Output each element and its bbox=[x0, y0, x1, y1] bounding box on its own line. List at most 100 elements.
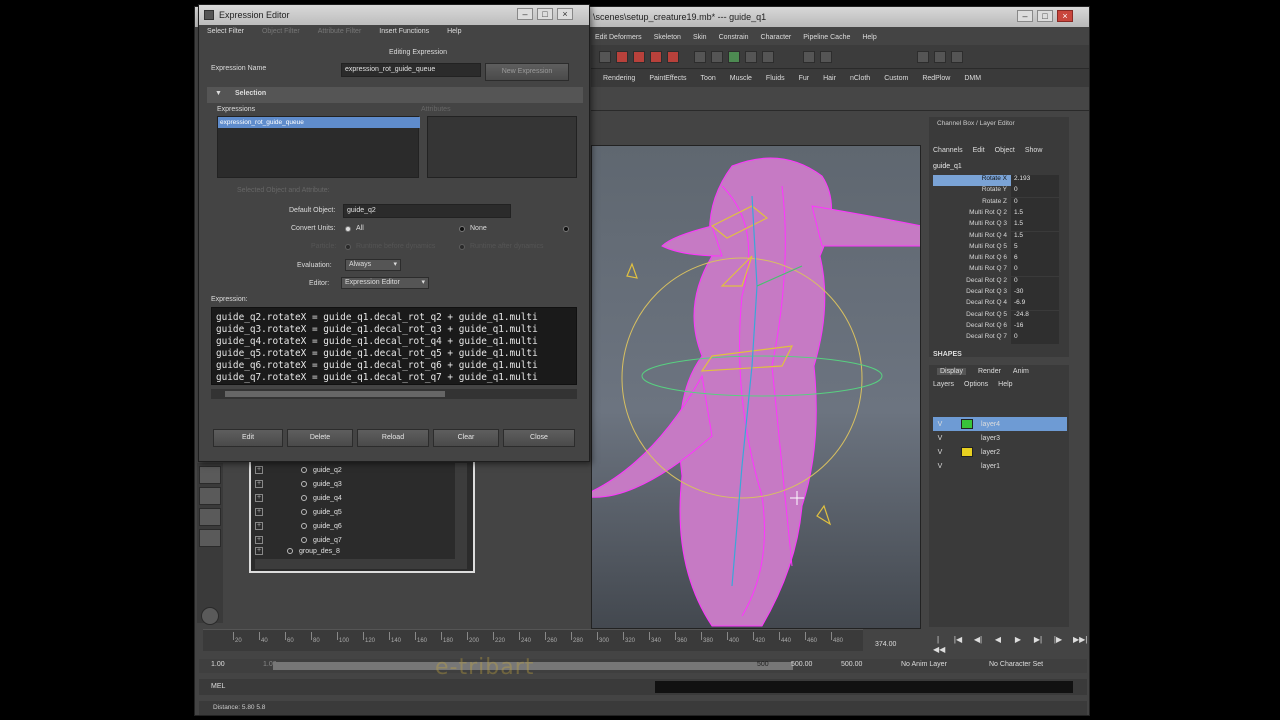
outliner-item[interactable]: + group_des_8 bbox=[255, 547, 455, 555]
outliner-item[interactable]: + guide_q3 bbox=[255, 477, 455, 491]
channel-row[interactable]: Decal Rot Q 3 -30 bbox=[933, 288, 1059, 299]
outliner-item[interactable]: + guide_q2 bbox=[255, 463, 455, 477]
channel-value-field[interactable]: 5 bbox=[1011, 242, 1059, 254]
menu-help[interactable]: Help bbox=[447, 28, 461, 35]
minimize-button[interactable]: – bbox=[517, 8, 533, 20]
channel-row[interactable]: Multi Rot Q 2 1.5 bbox=[933, 208, 1059, 220]
layer-row[interactable]: Vlayer4 bbox=[933, 417, 1067, 431]
channel-name[interactable]: Multi Rot Q 7 bbox=[933, 265, 1011, 276]
channel-name[interactable]: Decal Rot Q 3 bbox=[933, 288, 1011, 299]
history-icon[interactable] bbox=[694, 50, 706, 63]
delete-button[interactable]: Delete bbox=[287, 429, 353, 447]
3d-viewport[interactable] bbox=[591, 145, 921, 629]
default-object-field[interactable]: guide_q2 bbox=[343, 204, 511, 218]
channel-name[interactable]: Rotate Z bbox=[933, 198, 1011, 209]
tab-anim[interactable]: Anim bbox=[1013, 368, 1029, 375]
channel-row[interactable]: Rotate Z0 bbox=[933, 197, 1059, 209]
channel-row[interactable]: Multi Rot Q 4 1.5 bbox=[933, 231, 1059, 243]
visibility-toggle[interactable]: V bbox=[933, 449, 947, 456]
scrollbar-thumb[interactable] bbox=[225, 391, 445, 397]
channel-value-field[interactable]: -30 bbox=[1011, 288, 1059, 299]
mel-label[interactable]: MEL bbox=[211, 683, 225, 690]
layer-color-swatch[interactable] bbox=[961, 461, 973, 471]
render-icon[interactable] bbox=[711, 50, 723, 63]
channel-value-field[interactable]: -16 bbox=[1011, 321, 1059, 333]
start-time-field[interactable]: 1.00 bbox=[209, 661, 225, 671]
channel-row[interactable]: Decal Rot Q 5 -24.8 bbox=[933, 310, 1059, 322]
collapse-arrow-icon[interactable]: ▼ bbox=[215, 90, 222, 97]
channel-name[interactable]: Multi Rot Q 5 bbox=[933, 243, 1011, 254]
expand-icon[interactable]: + bbox=[255, 494, 263, 502]
tab-display[interactable]: Display bbox=[937, 368, 966, 375]
visibility-toggle[interactable]: V bbox=[933, 421, 947, 428]
toggle-tool-settings-icon[interactable] bbox=[951, 50, 963, 63]
close-button[interactable]: × bbox=[1057, 10, 1073, 22]
end-time-field[interactable]: 500.00 bbox=[789, 661, 812, 671]
hypershade-icon[interactable] bbox=[762, 50, 774, 63]
shelf-tab-painteffects[interactable]: PaintEffects bbox=[649, 75, 686, 82]
layer-color-swatch[interactable] bbox=[961, 419, 973, 429]
channel-value-field[interactable]: 1.5 bbox=[1011, 208, 1059, 220]
character-set-field[interactable]: No Character Set bbox=[987, 661, 1043, 671]
outliner-item[interactable]: + guide_q6 bbox=[255, 519, 455, 533]
channel-row[interactable]: Decal Rot Q 20 bbox=[933, 276, 1059, 288]
menu-edit[interactable]: Edit bbox=[973, 147, 985, 154]
channel-row[interactable]: Multi Rot Q 66 bbox=[933, 254, 1059, 266]
shelf-tab-hair[interactable]: Hair bbox=[823, 75, 836, 82]
step-forward-frame-icon[interactable]: ▶| bbox=[1033, 635, 1043, 645]
transform-x-icon[interactable] bbox=[820, 50, 832, 63]
shelf-tab-redplow[interactable]: RedPlow bbox=[922, 75, 950, 82]
channel-row[interactable]: Multi Rot Q 3 1.5 bbox=[933, 220, 1059, 232]
layer-row[interactable]: Vlayer1 bbox=[933, 459, 1067, 473]
channel-row[interactable]: Rotate Y0 bbox=[933, 186, 1059, 198]
anim-layer-field[interactable]: No Anim Layer bbox=[899, 661, 947, 671]
shelf-tab-fluids[interactable]: Fluids bbox=[766, 75, 785, 82]
channel-value-field[interactable]: 0 bbox=[1011, 333, 1059, 345]
minimize-button[interactable]: – bbox=[1017, 10, 1033, 22]
expression-name-field[interactable]: expression_rot_guide_queue bbox=[341, 63, 481, 77]
menu-options[interactable]: Options bbox=[964, 381, 988, 388]
step-back-key-icon[interactable]: |◀ bbox=[953, 635, 963, 645]
menu-skeleton[interactable]: Skeleton bbox=[654, 34, 681, 41]
channel-row[interactable]: Rotate X 2.193 bbox=[933, 175, 1059, 186]
expand-icon[interactable]: + bbox=[255, 522, 263, 530]
expand-icon[interactable]: + bbox=[255, 508, 263, 516]
channel-box-object-name[interactable]: guide_q1 bbox=[933, 163, 962, 170]
channel-name[interactable]: Rotate X bbox=[933, 175, 1011, 186]
attributes-list[interactable] bbox=[427, 116, 577, 178]
menu-character[interactable]: Character bbox=[761, 34, 792, 41]
reload-button[interactable]: Reload bbox=[357, 429, 429, 447]
channel-row[interactable]: Multi Rot Q 70 bbox=[933, 265, 1059, 277]
channel-name[interactable]: Multi Rot Q 6 bbox=[933, 254, 1011, 265]
toggle-sidebar-icon[interactable] bbox=[917, 50, 929, 63]
expression-code-editor[interactable]: guide_q2.rotateX = guide_q1.decal_rot_q2… bbox=[211, 307, 577, 385]
outliner-item[interactable]: + guide_q4 bbox=[255, 491, 455, 505]
tab-render[interactable]: Render bbox=[978, 368, 1001, 375]
layer-row[interactable]: Vlayer3 bbox=[933, 431, 1067, 445]
snap-grid-icon[interactable] bbox=[616, 50, 628, 63]
channel-row[interactable]: Decal Rot Q 6 -16 bbox=[933, 321, 1059, 333]
input-field-icon[interactable] bbox=[803, 50, 815, 63]
channel-value-field[interactable]: 1.5 bbox=[1011, 231, 1059, 243]
menu-pipeline-cache[interactable]: Pipeline Cache bbox=[803, 34, 850, 41]
menu-layer-help[interactable]: Help bbox=[998, 381, 1012, 388]
layer-color-swatch[interactable] bbox=[961, 433, 973, 443]
shelf-tab-dmm[interactable]: DMM bbox=[964, 75, 981, 82]
select-tool-icon[interactable] bbox=[199, 466, 221, 484]
lasso-tool-icon[interactable] bbox=[199, 487, 221, 505]
paint-select-icon[interactable] bbox=[199, 508, 221, 526]
menu-layers[interactable]: Layers bbox=[933, 381, 954, 388]
channel-row[interactable]: Decal Rot Q 4 -6.9 bbox=[933, 299, 1059, 311]
visibility-toggle[interactable]: V bbox=[933, 435, 947, 442]
channel-name[interactable]: Decal Rot Q 6 bbox=[933, 322, 1011, 333]
menu-object[interactable]: Object bbox=[995, 147, 1015, 154]
edit-button[interactable]: Edit bbox=[213, 429, 283, 447]
current-time-field[interactable]: 374.00 bbox=[875, 641, 896, 648]
layer-color-swatch[interactable] bbox=[961, 447, 973, 457]
layer-row[interactable]: Vlayer2 bbox=[933, 445, 1067, 459]
menu-channels[interactable]: Channels bbox=[933, 147, 963, 154]
channel-row[interactable]: Decal Rot Q 70 bbox=[933, 333, 1059, 345]
shelf-tab-rendering[interactable]: Rendering bbox=[603, 75, 635, 82]
channel-name[interactable]: Multi Rot Q 2 bbox=[933, 209, 1011, 220]
evaluation-dropdown[interactable]: Always bbox=[345, 259, 401, 271]
